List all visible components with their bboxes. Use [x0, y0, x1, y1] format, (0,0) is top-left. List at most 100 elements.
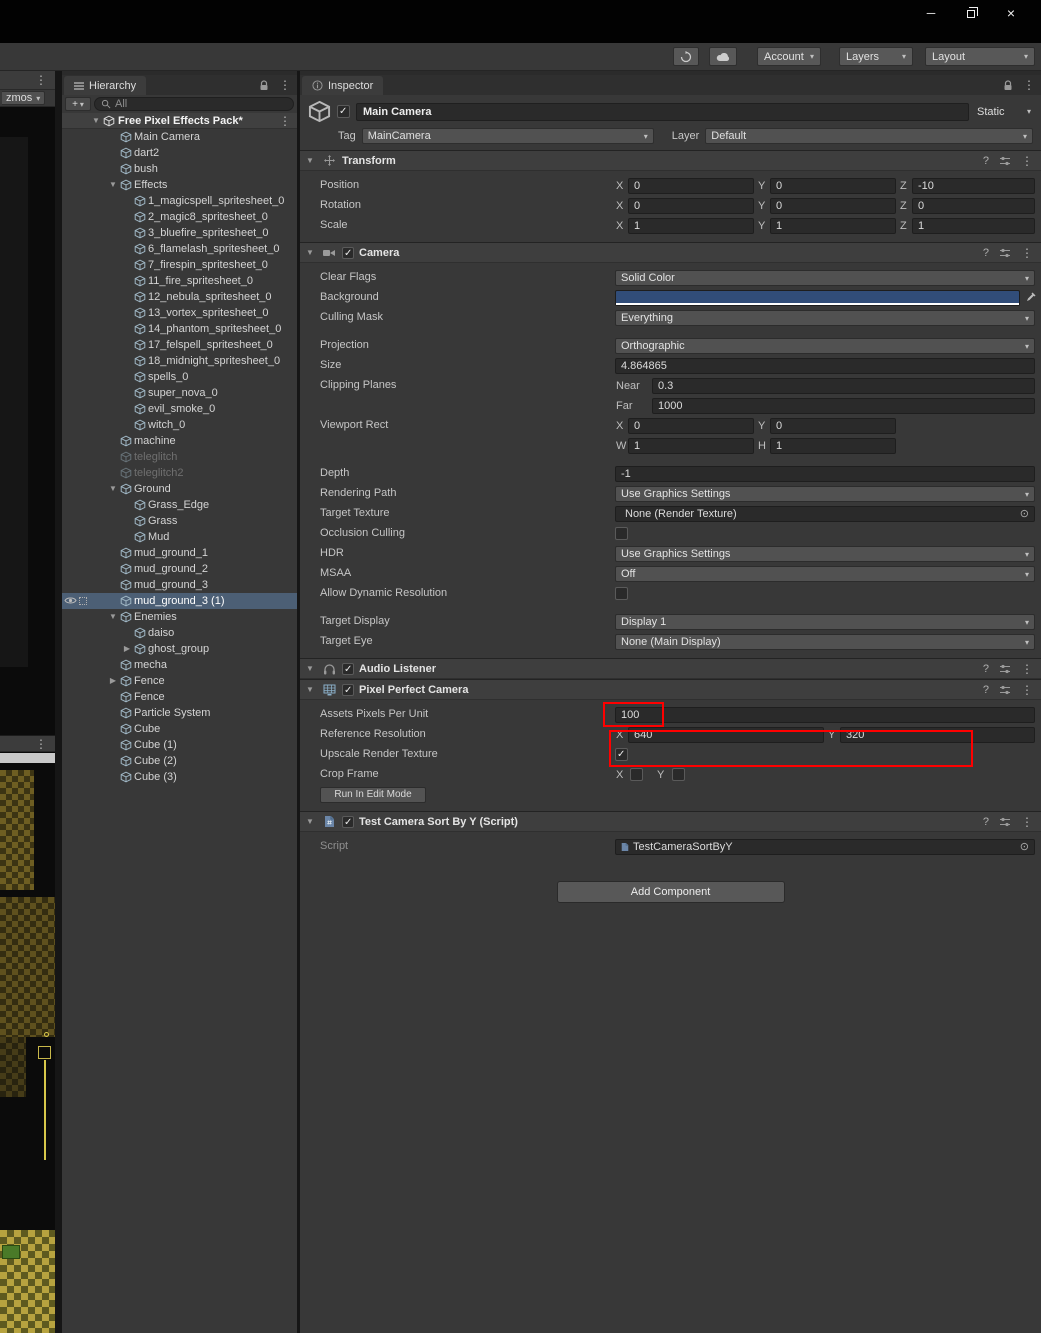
kebab-icon[interactable]: ⋮ — [1021, 815, 1033, 829]
hierarchy-item[interactable]: Cube — [62, 721, 297, 737]
tag-dropdown[interactable]: MainCamera ▾ — [362, 128, 654, 144]
script-enabled-checkbox[interactable] — [342, 816, 354, 828]
depth-field[interactable]: -1 — [615, 466, 1035, 482]
target-texture-field[interactable]: None (Render Texture) ⊙ — [615, 506, 1035, 522]
hierarchy-item[interactable]: 11_fire_spritesheet_0 — [62, 273, 297, 289]
gameobject-name-field[interactable]: Main Camera — [356, 103, 969, 121]
presets-icon[interactable] — [999, 817, 1011, 827]
presets-icon[interactable] — [999, 156, 1011, 166]
hierarchy-item[interactable]: teleglitch2 — [62, 465, 297, 481]
clear-flags-dropdown[interactable]: Solid Color ▾ — [615, 270, 1035, 286]
panel-divider[interactable] — [55, 71, 62, 1333]
hierarchy-search-input[interactable]: All — [94, 97, 294, 111]
hierarchy-item[interactable]: ▼Effects — [62, 177, 297, 193]
eyedropper-icon[interactable] — [1026, 292, 1036, 302]
pixel-perfect-enabled-checkbox[interactable] — [342, 684, 354, 696]
position-z-field[interactable]: -10 — [912, 178, 1035, 194]
scale-y-field[interactable]: 1 — [770, 218, 896, 234]
rotation-z-field[interactable]: 0 — [912, 198, 1035, 214]
object-picker-icon[interactable]: ⊙ — [1020, 840, 1029, 854]
static-dropdown[interactable]: Static ▾ — [975, 103, 1033, 121]
hierarchy-item[interactable]: 14_phantom_spritesheet_0 — [62, 321, 297, 337]
hdr-dropdown[interactable]: Use Graphics Settings ▾ — [615, 546, 1035, 562]
foldout-open-icon[interactable]: ▼ — [306, 664, 316, 673]
hierarchy-item[interactable]: evil_smoke_0 — [62, 401, 297, 417]
foldout-open-icon[interactable]: ▼ — [306, 156, 316, 165]
hierarchy-item[interactable]: bush — [62, 161, 297, 177]
help-icon[interactable]: ? — [983, 155, 989, 167]
layers-dropdown[interactable]: Layers ▾ — [839, 47, 913, 66]
kebab-icon[interactable]: ⋮ — [1021, 154, 1033, 168]
hierarchy-item[interactable]: Grass_Edge — [62, 497, 297, 513]
viewport-y-field[interactable]: 0 — [770, 418, 896, 434]
hierarchy-item[interactable]: 6_flamelash_spritesheet_0 — [62, 241, 297, 257]
occlusion-culling-checkbox[interactable] — [615, 527, 628, 540]
hierarchy-item[interactable]: mud_ground_3 — [62, 577, 297, 593]
audio-listener-header[interactable]: ▼ Audio Listener ? ⋮ — [300, 659, 1041, 679]
presets-icon[interactable] — [999, 685, 1011, 695]
hierarchy-item[interactable]: dart2 — [62, 145, 297, 161]
projection-dropdown[interactable]: Orthographic ▾ — [615, 338, 1035, 354]
rendering-path-dropdown[interactable]: Use Graphics Settings ▾ — [615, 486, 1035, 502]
hierarchy-item[interactable]: Fence — [62, 689, 297, 705]
hierarchy-item[interactable]: Cube (3) — [62, 769, 297, 785]
hierarchy-item[interactable]: machine — [62, 433, 297, 449]
presets-icon[interactable] — [999, 248, 1011, 258]
culling-mask-dropdown[interactable]: Everything ▾ — [615, 310, 1035, 326]
rotation-y-field[interactable]: 0 — [770, 198, 896, 214]
hierarchy-item[interactable]: 18_midnight_spritesheet_0 — [62, 353, 297, 369]
hierarchy-item[interactable]: 1_magicspell_spritesheet_0 — [62, 193, 297, 209]
target-display-dropdown[interactable]: Display 1 ▾ — [615, 614, 1035, 630]
kebab-icon[interactable]: ⋮ — [279, 78, 291, 92]
camera-enabled-checkbox[interactable] — [342, 247, 354, 259]
near-field[interactable]: 0.3 — [652, 378, 1035, 394]
hierarchy-item[interactable]: super_nova_0 — [62, 385, 297, 401]
hierarchy-item[interactable]: Cube (2) — [62, 753, 297, 769]
presets-icon[interactable] — [999, 664, 1011, 674]
hierarchy-item[interactable]: Cube (1) — [62, 737, 297, 753]
hierarchy-item[interactable]: Main Camera — [62, 129, 297, 145]
close-button[interactable]: × — [991, 4, 1031, 22]
hierarchy-item[interactable]: Grass — [62, 513, 297, 529]
viewport-w-field[interactable]: 1 — [628, 438, 754, 454]
far-field[interactable]: 1000 — [652, 398, 1035, 414]
size-field[interactable]: 4.864865 — [615, 358, 1035, 374]
hierarchy-item[interactable]: teleglitch — [62, 449, 297, 465]
pixel-perfect-camera-header[interactable]: ▼ Pixel Perfect Camera ? ⋮ — [300, 680, 1041, 700]
scale-x-field[interactable]: 1 — [628, 218, 754, 234]
hierarchy-item[interactable]: 17_felspell_spritesheet_0 — [62, 337, 297, 353]
kebab-icon[interactable]: ⋮ — [279, 113, 291, 129]
lock-icon[interactable] — [1003, 80, 1013, 91]
reference-resolution-x-field[interactable]: 640 — [628, 727, 824, 743]
kebab-icon[interactable]: ⋮ — [1023, 78, 1035, 92]
kebab-icon[interactable]: ⋮ — [1021, 662, 1033, 676]
help-icon[interactable]: ? — [983, 816, 989, 828]
hierarchy-item[interactable]: mecha — [62, 657, 297, 673]
lock-icon[interactable] — [259, 80, 269, 91]
help-icon[interactable]: ? — [983, 247, 989, 259]
gizmos-dropdown[interactable]: zmos ▾ — [2, 91, 45, 105]
upscale-render-texture-checkbox[interactable] — [615, 748, 628, 761]
hierarchy-item[interactable]: mud_ground_2 — [62, 561, 297, 577]
hierarchy-item[interactable]: 3_bluefire_spritesheet_0 — [62, 225, 297, 241]
crop-frame-x-checkbox[interactable] — [630, 768, 643, 781]
scene-root-row[interactable]: ▼ Free Pixel Effects Pack* ⋮ — [62, 113, 297, 129]
foldout-open-icon[interactable]: ▼ — [107, 609, 119, 625]
maximize-button[interactable] — [951, 4, 991, 22]
hierarchy-item[interactable]: 13_vortex_spritesheet_0 — [62, 305, 297, 321]
scene-canvas[interactable]: ⋮ — [0, 107, 55, 1333]
allow-dynamic-resolution-checkbox[interactable] — [615, 587, 628, 600]
hierarchy-item[interactable]: ▼Enemies — [62, 609, 297, 625]
transform-header[interactable]: ▼ Transform ? ⋮ — [300, 151, 1041, 171]
crop-frame-y-checkbox[interactable] — [672, 768, 685, 781]
scale-z-field[interactable]: 1 — [912, 218, 1035, 234]
hierarchy-item[interactable]: spells_0 — [62, 369, 297, 385]
hierarchy-item[interactable]: ▼Ground — [62, 481, 297, 497]
visibility-eye-icon[interactable] — [64, 596, 77, 605]
rotation-x-field[interactable]: 0 — [628, 198, 754, 214]
foldout-closed-icon[interactable]: ▶ — [107, 673, 119, 689]
assets-ppu-field[interactable]: 100 — [615, 707, 1035, 723]
foldout-closed-icon[interactable]: ▶ — [121, 641, 133, 657]
hierarchy-item[interactable]: ▶ghost_group — [62, 641, 297, 657]
create-object-button[interactable]: +▾ — [65, 97, 91, 111]
